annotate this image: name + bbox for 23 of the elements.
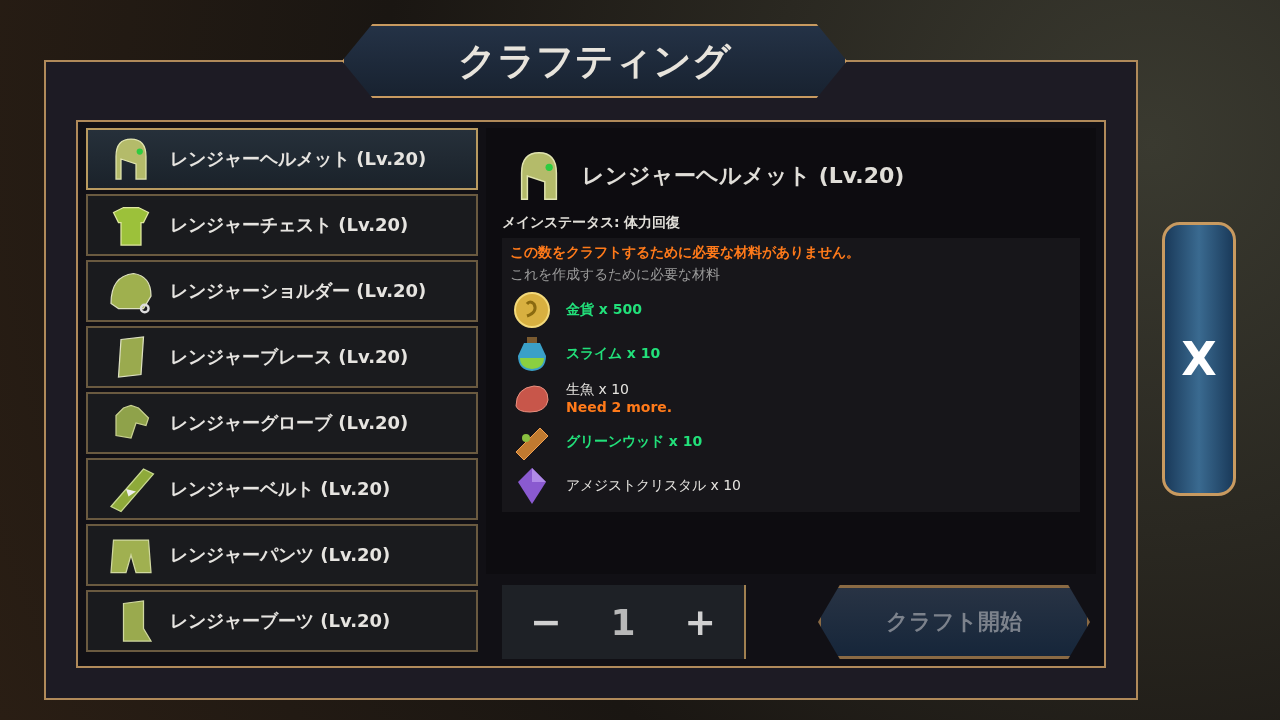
item-list-entry[interactable]: レンジャーショルダー (Lv.20) <box>86 260 478 322</box>
item-list-entry[interactable]: レンジャーベルト (Lv.20) <box>86 458 478 520</box>
close-button[interactable]: X <box>1162 222 1236 496</box>
quantity-value: 1 <box>610 601 636 643</box>
item-list-entry[interactable]: レンジャーグローブ (Lv.20) <box>86 392 478 454</box>
material-label: 金貨 x 500 <box>566 301 642 319</box>
decrease-button[interactable]: − <box>526 600 566 644</box>
increase-button[interactable]: + <box>680 600 720 644</box>
item-name: レンジャーヘルメット (Lv.20) <box>582 162 905 190</box>
material-label: スライム x 10 <box>566 345 661 363</box>
material-label: アメジストクリスタル x 10 <box>566 477 741 495</box>
item-list-entry[interactable]: レンジャーブーツ (Lv.20) <box>86 590 478 652</box>
materials-heading: これを作成するために必要な材料 <box>510 266 721 284</box>
warning-text: この数をクラフトするために必要な材料がありません。 <box>510 244 861 262</box>
item-list-entry[interactable]: レンジャーヘルメット (Lv.20) <box>86 128 478 190</box>
item-list-entry[interactable]: レンジャーパンツ (Lv.20) <box>86 524 478 586</box>
shortfall-text: Need 2 more. <box>566 399 673 415</box>
material-label: 生魚 x 10 <box>566 381 630 399</box>
item-list-entry[interactable]: レンジャーチェスト (Lv.20) <box>86 194 478 256</box>
material-label: グリーンウッド x 10 <box>566 433 703 451</box>
dialog-title: クラフティング <box>458 36 731 85</box>
item-list-entry[interactable]: レンジャーブレース (Lv.20) <box>86 326 478 388</box>
main-status: メインステータス: 体力回復 <box>502 214 682 232</box>
